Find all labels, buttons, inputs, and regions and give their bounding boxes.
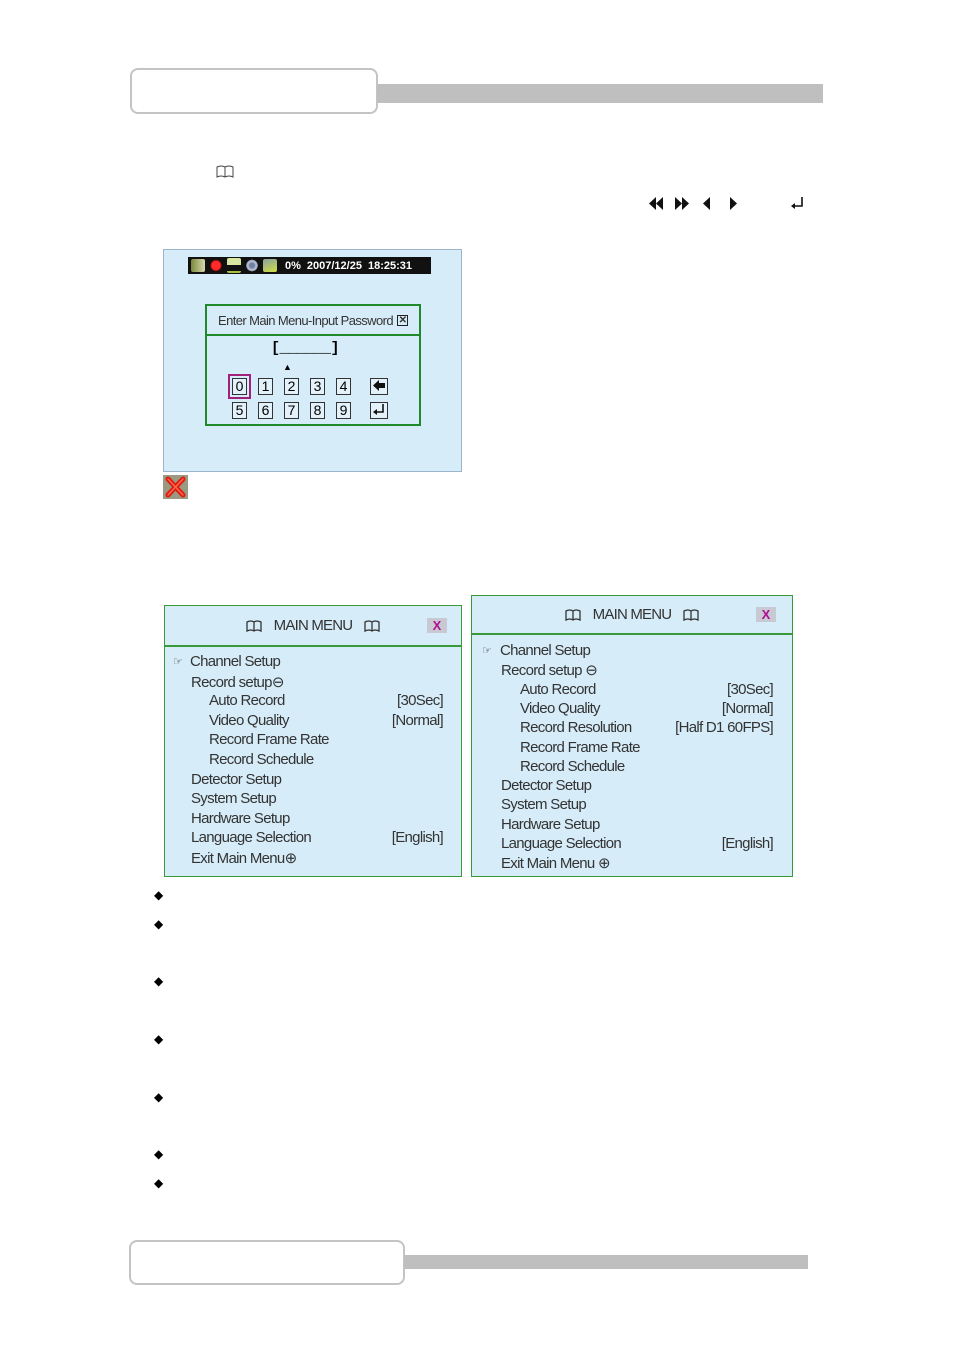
menu-title: MAIN MENU — [273, 617, 353, 634]
key-9[interactable]: 9 — [336, 402, 351, 419]
menu-close-button[interactable]: X — [756, 607, 776, 622]
menu-item-label: Exit Main Menu⊕ — [191, 850, 297, 867]
menu-item-label: Record setup ⊖ — [501, 662, 598, 680]
bullet-icon: ◆ — [154, 1032, 164, 1046]
left-icon — [703, 197, 710, 210]
menu-item-label: Record Schedule — [520, 757, 625, 775]
password-dialog-header: Enter Main Menu-Input Password ✕ — [207, 306, 419, 336]
header-tab — [130, 68, 378, 114]
menu-item-label: Video Quality — [209, 711, 290, 729]
menu-title: MAIN MENU — [592, 606, 672, 623]
bullet-icon: ◆ — [154, 917, 164, 931]
network-icon — [227, 258, 241, 273]
menu-item-label: Detector Setup — [501, 777, 592, 795]
menu-close-button[interactable]: X — [427, 618, 447, 633]
record-icon — [209, 259, 223, 272]
menu-item-label: Auto Record — [520, 680, 596, 698]
dialog-close-icon[interactable]: ✕ — [396, 314, 408, 326]
caret-icon: ▲ — [283, 362, 292, 372]
menu-item-label: Channel Setup — [190, 653, 281, 670]
menu-item-label: Record Frame Rate — [520, 738, 641, 756]
bullet-icon: ◆ — [154, 888, 164, 902]
password-input[interactable]: [______] — [271, 340, 340, 357]
enter-icon — [791, 197, 803, 209]
fast-rewind-icon — [649, 197, 663, 210]
hdd-icon — [263, 259, 277, 272]
disk-icon — [245, 259, 259, 272]
book-icon — [364, 619, 380, 632]
menu-item-label: Language Selection — [501, 835, 622, 852]
menu-item-value: [Normal] — [391, 711, 444, 729]
password-dialog-title: Enter Main Menu-Input Password — [218, 312, 394, 328]
pointer-hand-icon: ☞ — [482, 645, 492, 657]
menu-item-value: [Half D1 60FPS] — [675, 719, 774, 737]
menu-item-label: Language Selection — [191, 829, 312, 847]
menu-item-label: Channel Setup — [500, 642, 591, 659]
menu-header: MAIN MENU — [472, 596, 792, 635]
book-icon — [565, 608, 581, 621]
menu-item[interactable]: Exit Main Menu⊕ — [165, 850, 461, 871]
bullet-icon: ◆ — [154, 1090, 164, 1104]
status-date: 2007/12/25 — [306, 259, 362, 272]
menu-item-label: Record setup⊖ — [191, 673, 284, 691]
menu-item[interactable]: Exit Main Menu ⊕ — [472, 855, 792, 875]
pointer-hand-icon: ☞ — [173, 656, 183, 668]
password-dialog: Enter Main Menu-Input Password ✕ [______… — [205, 304, 421, 426]
key-0[interactable]: 0 — [228, 374, 251, 399]
bullet-icon: ◆ — [154, 1176, 164, 1190]
menu-item-label: Record Schedule — [209, 751, 314, 768]
backspace-key[interactable] — [370, 378, 388, 395]
footer-tab — [129, 1240, 405, 1285]
key-4[interactable]: 4 — [336, 378, 351, 395]
main-menu-right: MAIN MENU X ☞ Channel Setup Record setup ⊖… — [471, 595, 793, 877]
enter-key[interactable] — [370, 402, 388, 419]
menu-item-label: Record Resolution — [520, 719, 632, 737]
menu-item-label: Auto Record — [209, 692, 285, 710]
key-1[interactable]: 1 — [258, 378, 273, 395]
menu-item-label: Hardware Setup — [191, 809, 290, 827]
cancel-icon — [163, 475, 188, 499]
password-screen: 0% 2007/12/25 18:25:31 Enter Main Menu-I… — [163, 249, 462, 472]
key-5[interactable]: 5 — [232, 402, 247, 419]
bullet-icon: ◆ — [154, 974, 164, 988]
key-8[interactable]: 8 — [310, 402, 325, 419]
key-2[interactable]: 2 — [284, 378, 299, 395]
status-percent: 0% — [285, 259, 301, 272]
main-menu-left: MAIN MENU X ☞ Channel Setup Record setup⊖ A… — [164, 605, 462, 877]
menu-item-label: Detector Setup — [191, 770, 282, 788]
menu-item-label: Exit Main Menu ⊕ — [501, 855, 611, 873]
key-3[interactable]: 3 — [310, 378, 325, 395]
menu-item-value: [English] — [721, 835, 774, 852]
status-time: 18:25:31 — [367, 259, 413, 272]
enter-key-icon — [373, 404, 384, 415]
menu-item-value: [English] — [391, 829, 444, 847]
menu-header: MAIN MENU — [165, 606, 461, 647]
menu-item-value: [30Sec] — [727, 680, 774, 698]
bullet-icon: ◆ — [154, 1147, 164, 1161]
menu-item-label: System Setup — [501, 796, 587, 814]
key-7[interactable]: 7 — [284, 402, 299, 419]
fast-forward-icon — [675, 197, 689, 210]
status-bar: 0% 2007/12/25 18:25:31 — [188, 257, 431, 274]
book-icon — [216, 165, 234, 178]
menu-item-value: [Normal] — [721, 699, 774, 717]
book-icon — [683, 608, 699, 621]
key-6[interactable]: 6 — [258, 402, 273, 419]
backspace-icon — [373, 380, 385, 391]
menu-item-label: Video Quality — [520, 699, 601, 717]
footer-bar — [404, 1255, 808, 1269]
menu-item-value: [30Sec] — [397, 692, 444, 710]
menu-item-label: System Setup — [191, 790, 277, 808]
menu-item-label: Record Frame Rate — [209, 731, 330, 749]
right-icon — [730, 197, 737, 210]
menu-item-label: Hardware Setup — [501, 815, 600, 833]
book-icon — [246, 619, 262, 632]
camera-icon — [191, 259, 205, 272]
header-bar — [377, 84, 823, 103]
